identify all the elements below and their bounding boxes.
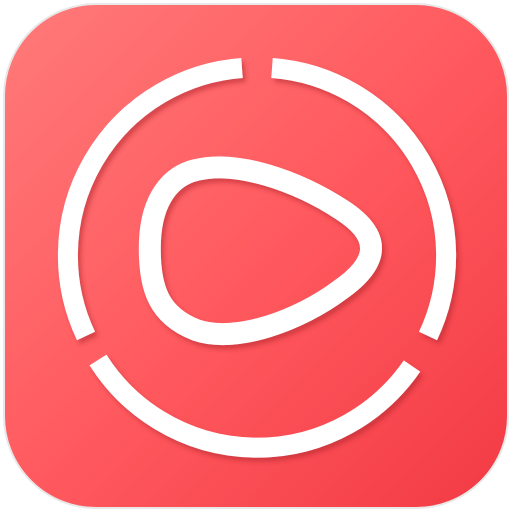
icon-background <box>3 3 509 509</box>
video-player-app-icon[interactable] <box>0 0 512 512</box>
icon-canvas <box>0 0 512 512</box>
